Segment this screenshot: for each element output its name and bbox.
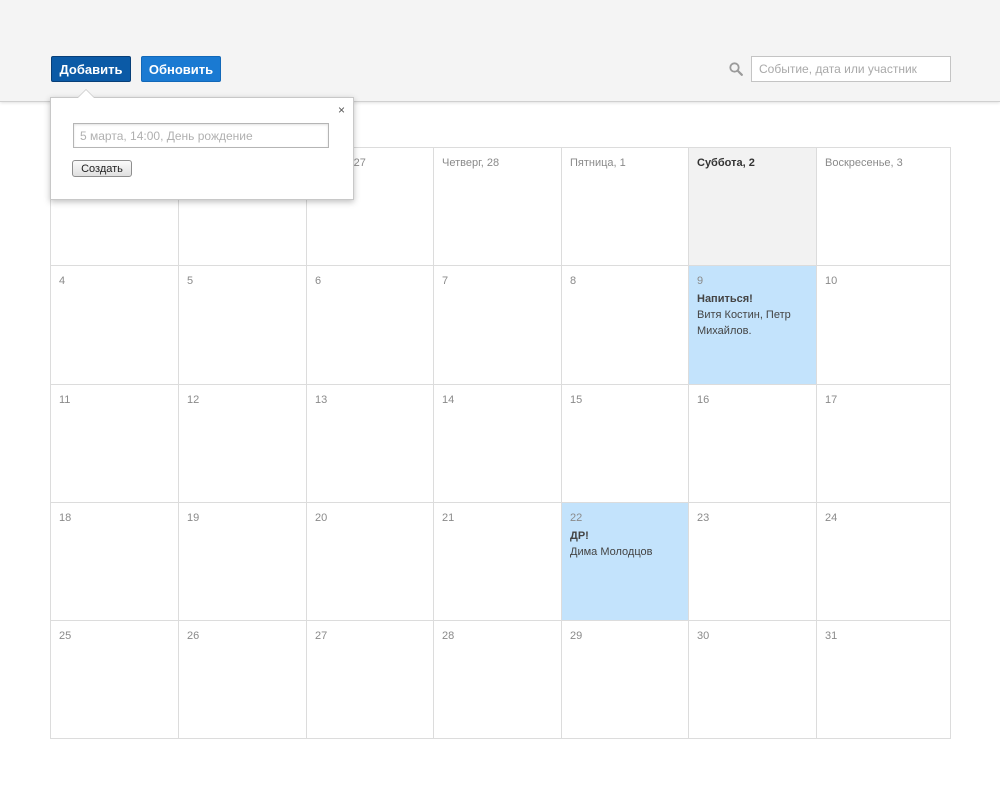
calendar-day-cell[interactable]: 27 <box>307 621 434 739</box>
day-label: 10 <box>825 275 838 287</box>
calendar-day-cell[interactable]: 17 <box>817 385 951 503</box>
calendar-day-cell[interactable]: 11 <box>51 385 179 503</box>
day-label: 8 <box>570 275 577 287</box>
calendar-day-cell[interactable]: 9 Напиться! Витя Костин, Петр Михайлов. <box>689 266 817 385</box>
calendar-day-cell[interactable]: 19 <box>179 503 307 621</box>
day-label: 28 <box>442 630 455 642</box>
create-button[interactable]: Создать <box>72 160 132 177</box>
add-button[interactable]: Добавить <box>51 56 131 82</box>
day-label: Воскресенье, 3 <box>825 157 903 169</box>
add-event-popover: × Создать <box>50 89 354 200</box>
day-label: 13 <box>315 394 328 406</box>
calendar-day-cell[interactable]: 25 <box>51 621 179 739</box>
day-label: 17 <box>825 394 838 406</box>
event-title[interactable]: ДР! <box>570 528 680 544</box>
search-input[interactable] <box>751 56 951 82</box>
calendar-day-cell[interactable]: 4 <box>51 266 179 385</box>
popover-arrow-inner <box>78 90 94 98</box>
calendar-day-cell[interactable]: 28 <box>434 621 562 739</box>
event-participants: Дима Молодцов <box>570 546 653 558</box>
day-label: 16 <box>697 394 710 406</box>
calendar-day-cell[interactable]: 24 <box>817 503 951 621</box>
day-label: 18 <box>59 512 72 524</box>
close-icon[interactable]: × <box>338 103 345 117</box>
calendar-day-cell[interactable]: Четверг, 28 <box>434 148 562 266</box>
calendar-day-cell[interactable]: Суббота, 2 <box>689 148 817 266</box>
calendar-grid: Понедельник, 25Вторник, 26Среда, 27Четве… <box>50 147 951 739</box>
refresh-button[interactable]: Обновить <box>141 56 221 82</box>
calendar-day-cell[interactable]: 26 <box>179 621 307 739</box>
quick-event-input[interactable] <box>73 123 329 148</box>
calendar-day-cell[interactable]: 7 <box>434 266 562 385</box>
calendar-day-cell[interactable]: 29 <box>562 621 689 739</box>
calendar-day-cell[interactable]: 15 <box>562 385 689 503</box>
day-label: 9 <box>697 275 704 287</box>
day-label: Четверг, 28 <box>442 157 500 169</box>
calendar-day-cell[interactable]: 30 <box>689 621 817 739</box>
day-label: 26 <box>187 630 200 642</box>
day-label: 12 <box>187 394 200 406</box>
calendar-day-cell[interactable]: 10 <box>817 266 951 385</box>
day-label: 27 <box>315 630 328 642</box>
day-label: 14 <box>442 394 455 406</box>
search-icon <box>729 62 743 76</box>
event-participants: Витя Костин, Петр Михайлов. <box>697 309 791 337</box>
calendar-day-cell[interactable]: 12 <box>179 385 307 503</box>
day-label: 20 <box>315 512 328 524</box>
calendar-day-cell[interactable]: 16 <box>689 385 817 503</box>
day-label: 21 <box>442 512 455 524</box>
day-label: 31 <box>825 630 838 642</box>
calendar-day-cell[interactable]: 5 <box>179 266 307 385</box>
day-label: 6 <box>315 275 322 287</box>
day-label: 5 <box>187 275 194 287</box>
day-label: 25 <box>59 630 72 642</box>
day-label: 23 <box>697 512 710 524</box>
day-label: Пятница, 1 <box>570 157 626 169</box>
calendar-day-cell[interactable]: 31 <box>817 621 951 739</box>
day-label: 19 <box>187 512 200 524</box>
top-toolbar: Добавить Обновить <box>0 0 1000 102</box>
calendar-day-cell[interactable]: 14 <box>434 385 562 503</box>
calendar-day-cell[interactable]: 13 <box>307 385 434 503</box>
day-label: 30 <box>697 630 710 642</box>
day-label: 11 <box>59 394 71 406</box>
calendar-day-cell[interactable]: 8 <box>562 266 689 385</box>
calendar-day-cell[interactable]: Пятница, 1 <box>562 148 689 266</box>
calendar-day-cell[interactable]: 18 <box>51 503 179 621</box>
day-label: 4 <box>59 275 66 287</box>
event-title[interactable]: Напиться! <box>697 291 808 307</box>
day-label: 22 <box>570 512 583 524</box>
day-label: 29 <box>570 630 583 642</box>
calendar-day-cell[interactable]: 6 <box>307 266 434 385</box>
calendar-day-cell[interactable]: 21 <box>434 503 562 621</box>
calendar-day-cell[interactable]: 20 <box>307 503 434 621</box>
calendar-day-cell[interactable]: 22 ДР! Дима Молодцов <box>562 503 689 621</box>
calendar-day-cell[interactable]: Воскресенье, 3 <box>817 148 951 266</box>
day-label: Суббота, 2 <box>697 157 755 169</box>
day-label: 7 <box>442 275 449 287</box>
calendar-day-cell[interactable]: 23 <box>689 503 817 621</box>
day-label: 15 <box>570 394 583 406</box>
day-label: 24 <box>825 512 838 524</box>
